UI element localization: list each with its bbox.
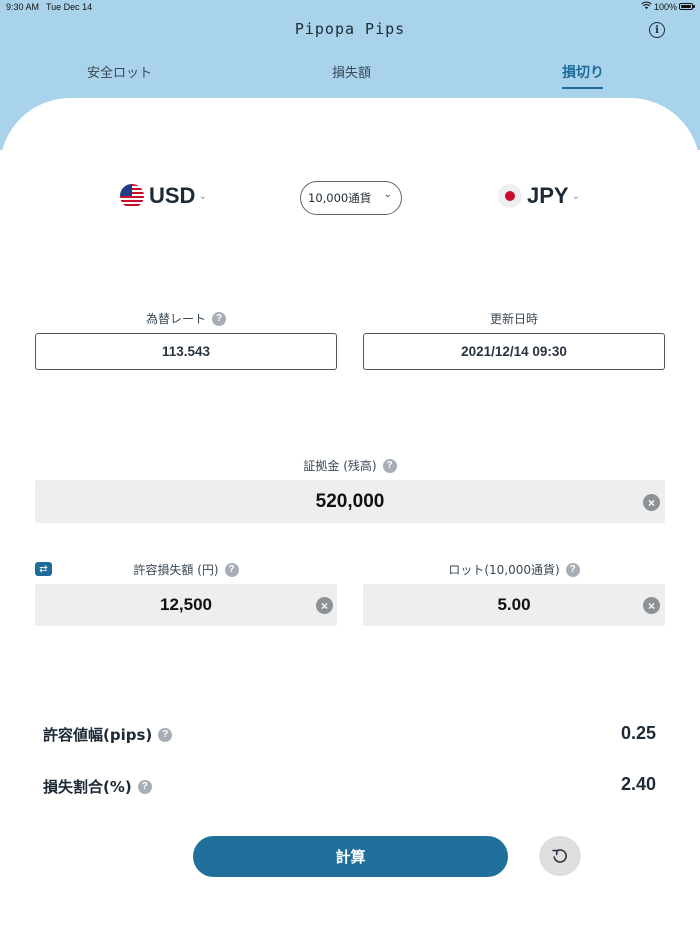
tab-loss-amount[interactable]: 損失額	[332, 62, 371, 81]
status-bar: 9:30 AM Tue Dec 14 100%	[0, 0, 700, 14]
base-currency-code: USD	[149, 183, 196, 208]
result-row-loss-ratio: 損失割合(%) ?	[43, 776, 152, 797]
rate-label: 為替レート	[145, 312, 206, 326]
info-icon[interactable]: i	[649, 22, 665, 38]
margin-label: 証拠金 (残高)	[303, 459, 377, 473]
help-icon[interactable]: ?	[212, 311, 226, 326]
lot-label-row: ロット(10,000通貨) ?	[363, 561, 665, 578]
unit-dropdown[interactable]: 10,000通貨 ⌄	[300, 181, 402, 215]
lot-label: ロット(10,000通貨)	[448, 563, 560, 577]
margin-value: 520,000	[315, 490, 385, 512]
updated-value: 2021/12/14 09:30	[461, 344, 567, 359]
allowed-loss-label-row: 許容損失額 (円) ?	[35, 561, 337, 578]
result-value: 2.40	[620, 774, 656, 794]
calculate-label: 計算	[335, 848, 366, 866]
result-label: 損失割合(%)	[43, 778, 132, 796]
allowed-loss-label: 許容損失額 (円)	[133, 563, 219, 577]
quote-currency-code: JPY	[527, 183, 569, 208]
updated-label: 更新日時	[489, 312, 538, 326]
allowed-loss-value: 12,500	[160, 595, 212, 614]
help-icon[interactable]: ?	[158, 727, 173, 742]
quote-currency-selector[interactable]: JPY ⌄	[498, 183, 580, 209]
chevron-down-icon: ⌄	[383, 189, 392, 200]
wifi-icon	[641, 1, 652, 10]
clear-icon[interactable]: ×	[316, 597, 333, 614]
rate-display: 113.543	[35, 333, 337, 370]
unit-value: 10,000通貨	[308, 191, 372, 205]
help-icon[interactable]: ?	[565, 562, 580, 577]
margin-input[interactable]: 520,000	[35, 480, 665, 523]
battery-icon	[679, 3, 695, 10]
base-currency-selector[interactable]: USD ⌄	[120, 183, 207, 209]
help-icon[interactable]: ?	[224, 562, 239, 577]
app-title: Pipopa Pips	[294, 20, 406, 38]
lot-input[interactable]: 5.00	[363, 584, 665, 626]
calculate-button[interactable]: 計算	[193, 836, 508, 877]
tab-safe-lot[interactable]: 安全ロット	[87, 62, 152, 81]
battery-percent: 100%	[654, 2, 678, 12]
clear-icon[interactable]: ×	[643, 494, 660, 511]
status-time: 9:30 AM	[6, 2, 40, 12]
result-row-pips: 許容値幅(pips) ?	[43, 724, 173, 745]
chevron-down-icon: ⌄	[198, 190, 207, 202]
clear-icon[interactable]: ×	[643, 597, 660, 614]
status-date: Tue Dec 14	[46, 2, 93, 12]
chevron-down-icon: ⌄	[571, 190, 580, 202]
jp-flag-icon	[498, 184, 522, 208]
result-value: 0.25	[620, 723, 656, 743]
us-flag-icon	[120, 184, 144, 208]
result-label: 許容値幅(pips)	[43, 726, 153, 744]
lot-value: 5.00	[497, 595, 531, 614]
updated-label-row: 更新日時	[363, 310, 665, 327]
rate-label-row: 為替レート ?	[35, 310, 337, 327]
allowed-loss-input[interactable]: 12,500	[35, 584, 337, 626]
help-icon[interactable]: ?	[382, 458, 397, 473]
rate-value: 113.543	[161, 344, 211, 359]
tab-stop-loss[interactable]: 損切り	[562, 62, 604, 82]
active-tab-indicator	[562, 87, 603, 89]
help-icon[interactable]: ?	[137, 779, 152, 794]
reset-icon	[552, 849, 567, 863]
margin-label-row: 証拠金 (残高) ?	[35, 457, 665, 474]
updated-display: 2021/12/14 09:30	[363, 333, 665, 370]
reset-button[interactable]	[539, 836, 581, 876]
